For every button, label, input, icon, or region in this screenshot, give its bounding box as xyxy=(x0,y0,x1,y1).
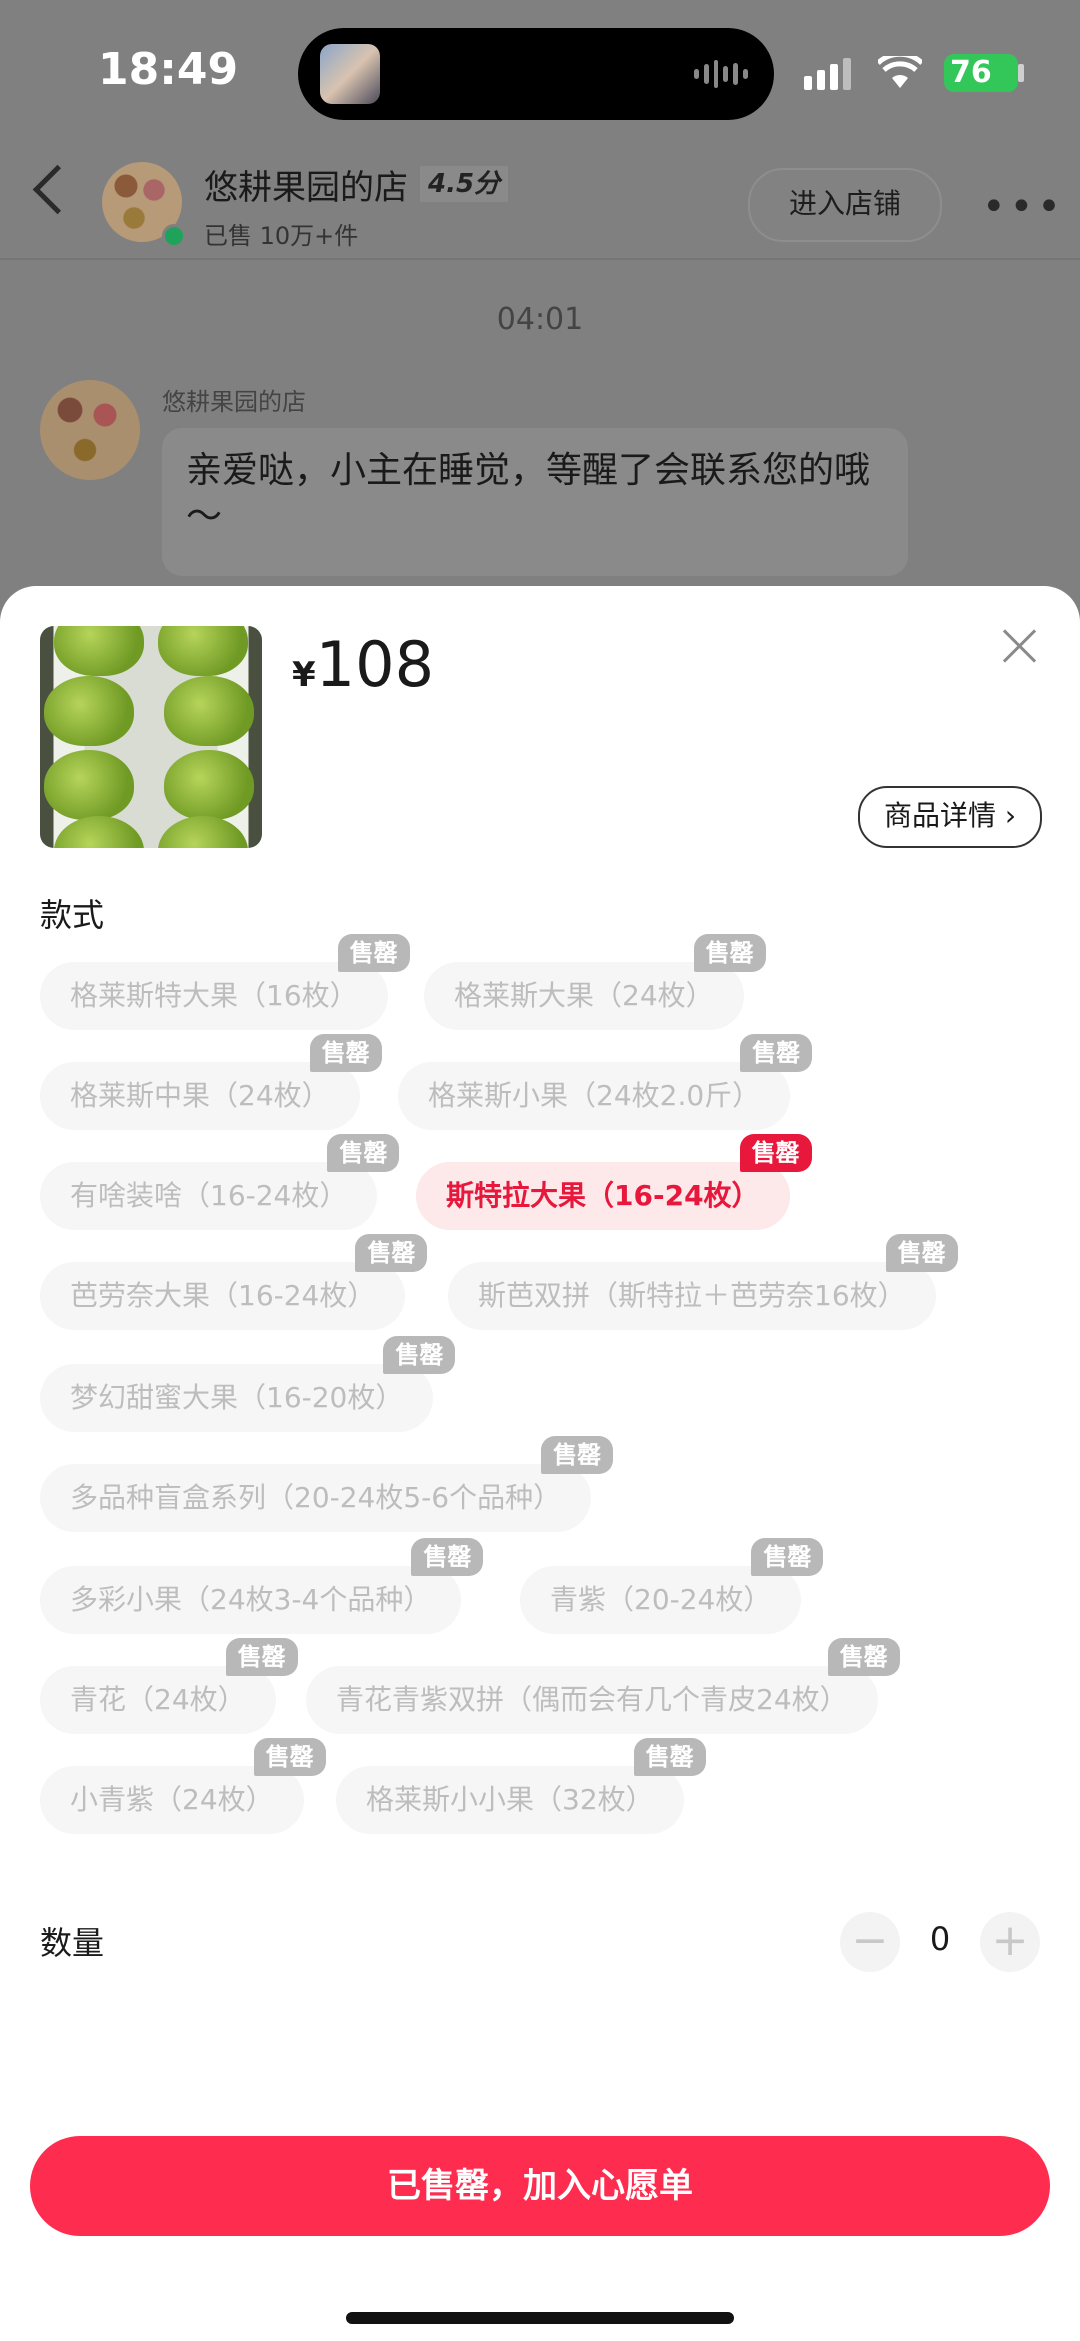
message-avatar[interactable] xyxy=(40,380,140,480)
sold-out-badge: 售罄 xyxy=(541,1436,614,1474)
option-label: 青紫（20-24枚） xyxy=(550,1583,772,1616)
option-chip[interactable]: 青花青紫双拼（偶而会有几个青皮24枚） 售罄 xyxy=(306,1638,900,1734)
option-label: 有啥装啥（16-24枚） xyxy=(70,1179,348,1212)
option-chip[interactable]: 多彩小果（24枚3-4个品种） 售罄 xyxy=(40,1538,484,1634)
battery-indicator: 76 xyxy=(944,54,1018,92)
quantity-label: 数量 xyxy=(40,1924,105,1962)
option-label: 格莱斯中果（24枚） xyxy=(70,1079,330,1112)
island-avatar xyxy=(320,44,380,104)
option-chip[interactable]: 芭劳奈大果（16-24枚） 售罄 xyxy=(40,1234,428,1330)
product-image[interactable] xyxy=(40,626,262,848)
chat-timestamp: 04:01 xyxy=(496,302,584,337)
option-label: 格莱斯小小果（32枚） xyxy=(366,1783,654,1816)
option-chip[interactable]: 格莱斯中果（24枚） 售罄 xyxy=(40,1034,382,1130)
option-label: 芭劳奈大果（16-24枚） xyxy=(70,1279,376,1312)
decrease-quantity-button[interactable]: − xyxy=(840,1912,900,1972)
more-icon[interactable]: ••• xyxy=(982,184,1065,230)
price: ¥108 xyxy=(292,628,434,701)
close-icon[interactable] xyxy=(996,622,1044,670)
sold-out-badge: 售罄 xyxy=(739,1134,812,1172)
sold-out-badge: 售罄 xyxy=(225,1638,298,1676)
option-label: 格莱斯特大果（16枚） xyxy=(70,979,358,1012)
option-chip[interactable]: 斯芭双拼（斯特拉＋芭劳奈16枚） 售罄 xyxy=(448,1234,958,1330)
sold-out-badge: 售罄 xyxy=(885,1234,958,1272)
product-detail-label: 商品详情 xyxy=(883,799,996,832)
product-detail-button[interactable]: 商品详情 › xyxy=(858,786,1042,848)
option-chip[interactable]: 小青紫（24枚） 售罄 xyxy=(40,1738,326,1834)
option-label: 多彩小果（24枚3-4个品种） xyxy=(70,1583,432,1616)
option-chip[interactable]: 格莱斯小小果（32枚） 售罄 xyxy=(336,1738,706,1834)
option-chip[interactable]: 青紫（20-24枚） 售罄 xyxy=(520,1538,824,1634)
option-chip[interactable]: 格莱斯小果（24枚2.0斤） 售罄 xyxy=(398,1034,813,1130)
option-chip[interactable]: 有啥装啥（16-24枚） 售罄 xyxy=(40,1134,400,1230)
option-label: 青花（24枚） xyxy=(70,1683,246,1716)
sold-out-badge: 售罄 xyxy=(751,1538,824,1576)
currency-symbol: ¥ xyxy=(292,655,316,695)
sold-out-badge: 售罄 xyxy=(827,1638,900,1676)
option-label: 青花青紫双拼（偶而会有几个青皮24枚） xyxy=(336,1683,848,1716)
option-label: 梦幻甜蜜大果（16-20枚） xyxy=(70,1381,404,1414)
quantity-value: 0 xyxy=(929,1920,951,1958)
sold-count: 已售 10万+件 xyxy=(204,222,359,250)
battery-tip xyxy=(1018,64,1024,82)
sold-out-badge: 售罄 xyxy=(355,1234,428,1272)
online-status-dot xyxy=(162,224,186,248)
sold-out-badge: 售罄 xyxy=(740,1034,813,1072)
message-text: 亲爱哒，小主在睡觉，等醒了会联系您的哦～ xyxy=(186,450,871,537)
increase-quantity-button[interactable]: + xyxy=(980,1912,1040,1972)
option-chip[interactable]: 格莱斯特大果（16枚） 售罄 xyxy=(40,934,410,1030)
wifi-icon xyxy=(876,51,924,100)
option-label: 多品种盲盒系列（20-24枚5-6个品种） xyxy=(70,1481,562,1514)
sold-out-badge: 售罄 xyxy=(309,1034,382,1072)
status-time: 18:49 xyxy=(98,44,239,95)
option-chip[interactable]: 梦幻甜蜜大果（16-20枚） 售罄 xyxy=(40,1336,456,1432)
option-label: 斯特拉大果（16-24枚） xyxy=(446,1179,760,1212)
option-label: 格莱斯大果（24枚） xyxy=(454,979,714,1012)
option-label: 小青紫（24枚） xyxy=(70,1783,274,1816)
option-label: 格莱斯小果（24枚2.0斤） xyxy=(428,1079,761,1112)
shop-rating: 4.5分 xyxy=(420,166,509,202)
enter-shop-button[interactable]: 进入店铺 xyxy=(748,168,942,242)
sold-out-badge: 售罄 xyxy=(411,1538,484,1576)
sold-out-badge: 售罄 xyxy=(337,934,410,972)
add-to-wishlist-button[interactable]: 已售罄，加入心愿单 xyxy=(30,2136,1050,2236)
header-divider xyxy=(0,258,1080,260)
option-chip[interactable]: 格莱斯大果（24枚） 售罄 xyxy=(424,934,766,1030)
cellular-signal-icon xyxy=(804,58,851,90)
option-chip[interactable]: 多品种盲盒系列（20-24枚5-6个品种） 售罄 xyxy=(40,1436,614,1532)
message-sender: 悠耕果园的店 xyxy=(162,388,306,416)
sold-out-badge: 售罄 xyxy=(633,1738,706,1776)
sold-out-badge: 售罄 xyxy=(693,934,766,972)
sold-out-badge: 售罄 xyxy=(327,1134,400,1172)
option-chip[interactable]: 青花（24枚） 售罄 xyxy=(40,1638,298,1734)
option-label: 斯芭双拼（斯特拉＋芭劳奈16枚） xyxy=(478,1279,906,1312)
option-chip-selected[interactable]: 斯特拉大果（16-24枚） 售罄 xyxy=(416,1134,812,1230)
sold-out-badge: 售罄 xyxy=(383,1336,456,1374)
home-indicator[interactable] xyxy=(346,2312,734,2324)
shop-name: 悠耕果园的店 xyxy=(204,168,408,208)
audio-wave-icon xyxy=(694,60,748,88)
sold-out-badge: 售罄 xyxy=(253,1738,326,1776)
price-value: 108 xyxy=(315,628,435,701)
chevron-right-icon: › xyxy=(995,799,1017,832)
style-label: 款式 xyxy=(40,896,105,934)
